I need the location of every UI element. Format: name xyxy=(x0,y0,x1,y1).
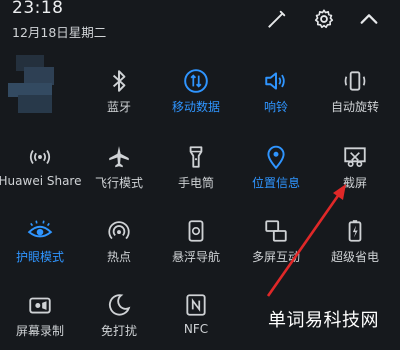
watermark: 单词易科技网 xyxy=(268,310,379,331)
gear-icon[interactable] xyxy=(311,6,337,32)
tile-ringer[interactable]: 响铃 xyxy=(232,66,320,126)
tile-auto-rotate[interactable]: 自动旋转 xyxy=(311,66,399,126)
hotspot-icon xyxy=(104,216,134,246)
floating-nav-icon xyxy=(181,216,211,246)
tile-huawei-share[interactable]: Huawei Share xyxy=(0,142,84,202)
moon-icon xyxy=(104,290,134,320)
location-pin-icon xyxy=(261,142,291,172)
status-date: 12月18日星期二 xyxy=(12,25,107,40)
multi-screen-icon xyxy=(261,216,291,246)
tile-label: 自动旋转 xyxy=(330,100,379,114)
scissors-screen-icon xyxy=(340,142,370,172)
tile-bluetooth[interactable]: 蓝牙 xyxy=(75,66,163,126)
tile-hotspot[interactable]: 热点 xyxy=(75,216,163,276)
record-icon xyxy=(25,290,55,320)
tile-power-saving[interactable]: 超级省电 xyxy=(311,216,399,276)
speaker-icon xyxy=(261,66,291,96)
airplane-icon xyxy=(104,142,134,172)
edit-icon[interactable] xyxy=(264,6,290,32)
flashlight-icon xyxy=(181,142,211,172)
tile-floating-nav[interactable]: 悬浮导航 xyxy=(152,216,240,276)
tile-screen-record[interactable]: 屏幕录制 xyxy=(0,290,84,350)
tile-label: 超级省电 xyxy=(330,250,379,264)
tile-screenshot[interactable]: 截屏 xyxy=(311,142,399,202)
battery-bolt-icon xyxy=(340,216,370,246)
blurred-avatar xyxy=(4,55,60,117)
tile-dnd[interactable]: 免打扰 xyxy=(75,290,163,350)
rotate-icon xyxy=(340,66,370,96)
share-waves-icon xyxy=(25,142,55,172)
tile-mobile-data[interactable]: 移动数据 xyxy=(152,66,240,126)
chevron-up-icon[interactable] xyxy=(356,6,382,32)
bluetooth-icon xyxy=(104,66,134,96)
tile-label: NFC xyxy=(183,322,209,336)
status-time: 23:18 xyxy=(12,0,64,18)
tile-flashlight[interactable]: 手电筒 xyxy=(152,142,240,202)
nfc-icon xyxy=(181,290,211,320)
tile-nfc[interactable]: NFC xyxy=(152,290,240,350)
tile-label: 截屏 xyxy=(342,176,367,190)
eye-icon xyxy=(25,216,55,246)
tile-location[interactable]: 位置信息 xyxy=(232,142,320,202)
mobile-data-icon xyxy=(181,66,211,96)
tile-airplane[interactable]: 飞行模式 xyxy=(75,142,163,202)
tile-eye-comfort[interactable]: 护眼模式 xyxy=(0,216,84,276)
tile-multi-screen[interactable]: 多屏互动 xyxy=(232,216,320,276)
